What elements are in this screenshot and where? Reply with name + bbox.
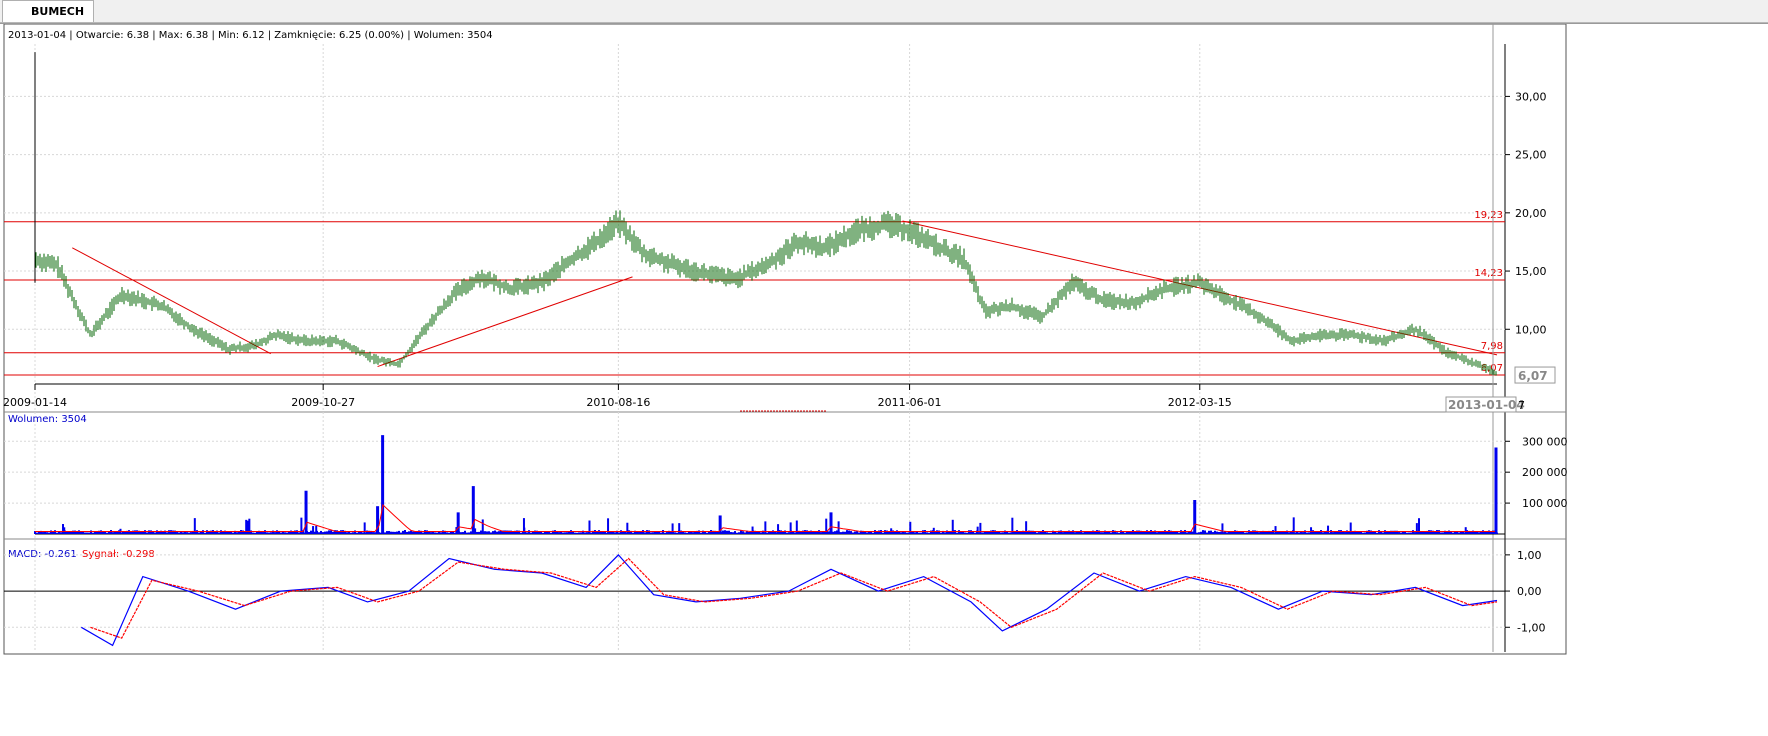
chart-svg[interactable]: 2009-01-14 2009-10-27 2010-08-16 2011-06-01… bbox=[0, 24, 1768, 736]
signal-line bbox=[90, 557, 1498, 639]
macd-label: MACD: -0.261 bbox=[8, 549, 77, 560]
y-tick-label: 20,00 bbox=[1515, 207, 1547, 220]
y-tick-label: 15,00 bbox=[1515, 265, 1547, 278]
volume-label: Wolumen: 3504 bbox=[8, 414, 87, 425]
tab-bumech[interactable]: BUMECH bbox=[2, 0, 94, 22]
current-price-label: 6,07 bbox=[1518, 369, 1548, 383]
y-tick-label: 200 000 bbox=[1522, 466, 1568, 479]
plot-frame bbox=[3, 24, 1567, 655]
x-tick-label: 2010-08-16 bbox=[586, 396, 650, 409]
x-tick-label: 2009-10-27 bbox=[291, 396, 355, 409]
level-label: 19,23 bbox=[1474, 210, 1503, 221]
x-tick-label: 2009-01-14 bbox=[3, 396, 67, 409]
current-date-label: 2013-01-04 bbox=[1448, 398, 1525, 412]
macd-line bbox=[80, 554, 1498, 647]
y-tick-label: 10,00 bbox=[1515, 323, 1547, 336]
y-tick-label: -1,00 bbox=[1517, 621, 1545, 634]
y-tick-label: 1,00 bbox=[1517, 549, 1542, 562]
candles bbox=[34, 52, 1497, 376]
x-tick-label: 2012-03-15 bbox=[1168, 396, 1232, 409]
level-label: 14,23 bbox=[1474, 268, 1503, 279]
y-tick-label: 300 000 bbox=[1522, 435, 1568, 448]
y-tick-label: 0,00 bbox=[1517, 585, 1542, 598]
volume-bars bbox=[34, 435, 1498, 534]
trendline bbox=[72, 247, 272, 355]
level-label: 7,98 bbox=[1481, 341, 1503, 352]
y-tick-label: 30,00 bbox=[1515, 90, 1547, 103]
chart-area[interactable]: 2009-01-14 2009-10-27 2010-08-16 2011-06-01… bbox=[0, 23, 1768, 736]
y-tick-label: 100 000 bbox=[1522, 497, 1568, 510]
info-line: 2013-01-04 | Otwarcie: 6.38 | Max: 6.38 … bbox=[8, 30, 493, 41]
x-tick-label-clipped: 7 bbox=[1518, 399, 1525, 412]
y-tick-label: 25,00 bbox=[1515, 149, 1547, 162]
tab-bar: BUMECH bbox=[0, 0, 1768, 23]
x-tick-label: 2011-06-01 bbox=[878, 396, 942, 409]
